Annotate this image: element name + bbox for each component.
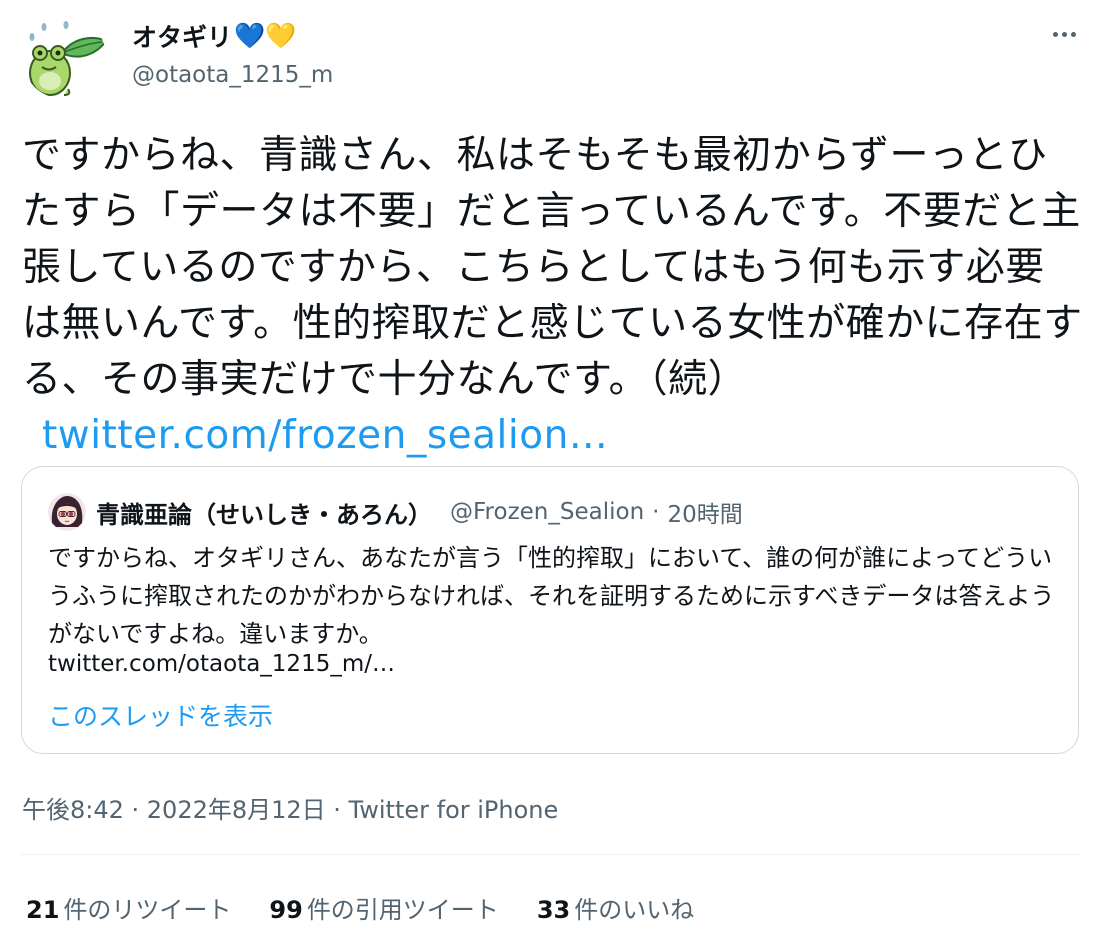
- quoted-author-avatar: [48, 493, 86, 531]
- retweets-label: 件のリツイート: [63, 896, 232, 924]
- tweet-header: オタギリ 💙💛 @otaota_1215_m: [22, 10, 1087, 100]
- quotes-label: 件の引用ツイート: [306, 896, 499, 924]
- heart-emoji-icon: 💙💛: [234, 21, 297, 50]
- retweets-count: 21: [26, 896, 60, 924]
- show-thread-link[interactable]: このスレッドを表示: [48, 697, 273, 733]
- retweets-stat[interactable]: 21 件のリツイート: [26, 890, 231, 925]
- quoted-separator: ·: [652, 499, 660, 525]
- frog-with-leaf-icon: [22, 15, 106, 99]
- quoted-author-name: 青識亜論（せいしき・あろん）: [96, 500, 432, 529]
- author-name-row[interactable]: オタギリ 💙💛: [132, 18, 296, 54]
- quoted-time: 20時間: [667, 502, 743, 528]
- tweet-link[interactable]: twitter.com/frozen_sealion…: [42, 413, 608, 458]
- author-display-name[interactable]: オタギリ: [132, 18, 232, 54]
- anime-girl-avatar-icon: [48, 493, 86, 531]
- more-options-icon[interactable]: [1051, 22, 1087, 42]
- quoted-author-handle: @Frozen_Sealion: [450, 499, 645, 525]
- divider: [20, 854, 1080, 855]
- tweet-timestamp[interactable]: 午後8:42 · 2022年8月12日 · Twitter for iPhone: [22, 790, 558, 825]
- quoted-tweet-text: ですからね、オタギリさん、あなたが言う「性的搾取」において、誰の何が誰によってど…: [48, 544, 1055, 648]
- likes-label: 件のいいね: [574, 896, 695, 924]
- tweet-body: ですからね、青識さん、私はそもそも最初からずーっとひたすら「データは不要」だと言…: [22, 133, 1083, 402]
- tweet-stats: 21 件のリツイート 99 件の引用ツイート 33 件のいいね: [26, 890, 732, 925]
- author-handle[interactable]: @otaota_1215_m: [132, 62, 333, 88]
- quote-tweets-stat[interactable]: 99 件の引用ツイート: [269, 890, 498, 925]
- quoted-tweet[interactable]: 青識亜論（せいしき・あろん） @Frozen_Sealion · 20時間 です…: [21, 466, 1079, 754]
- likes-stat[interactable]: 33 件のいいね: [537, 890, 694, 925]
- quotes-count: 99: [269, 896, 303, 924]
- likes-count: 33: [536, 896, 571, 924]
- quoted-tweet-link[interactable]: twitter.com/otaota_1215_m/…: [48, 651, 395, 677]
- quoted-tweet-header: 青識亜論（せいしき・あろん） @Frozen_Sealion · 20時間: [48, 493, 743, 531]
- author-avatar[interactable]: [22, 15, 106, 99]
- tweet-text: ですからね、青識さん、私はそもそも最初からずーっとひたすら「データは不要」だと言…: [22, 128, 1084, 464]
